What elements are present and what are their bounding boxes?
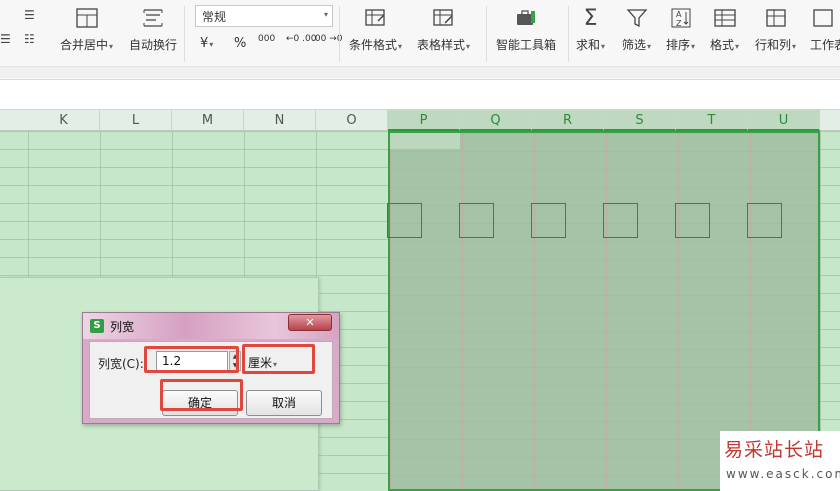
filter-icon bbox=[624, 6, 650, 30]
ribbon-toolbar: ☰ ☰ ☷ 合并居中▾ 自动换行 常规 ▾ ¥▾ % 000 ←0 .00 .0… bbox=[0, 0, 840, 80]
column-boundary-highlight bbox=[603, 203, 638, 238]
thousands-icon[interactable]: 000 bbox=[258, 34, 275, 44]
smart-toolbox-label: 智能工具箱 bbox=[496, 38, 557, 52]
column-boundary-highlight bbox=[459, 203, 494, 238]
svg-text:A: A bbox=[676, 10, 682, 19]
column-header-Q[interactable]: Q bbox=[460, 110, 532, 131]
conditional-format-icon bbox=[363, 6, 389, 30]
svg-text:Z: Z bbox=[676, 19, 682, 28]
worksheet-label: 工作表 bbox=[810, 38, 840, 52]
currency-icon[interactable]: ¥▾ bbox=[200, 36, 213, 51]
column-boundary-highlight bbox=[675, 203, 710, 238]
column-boundary-highlight bbox=[747, 203, 782, 238]
ribbon-footer bbox=[0, 66, 840, 78]
indent-increase-icon[interactable]: ☰ bbox=[24, 8, 35, 22]
smart-toolbox-button[interactable]: 智能工具箱 bbox=[496, 0, 556, 53]
wrap-text-button[interactable]: 自动换行 bbox=[129, 0, 177, 53]
format-icon bbox=[712, 6, 738, 30]
column-header: K L M N O P Q R S T U bbox=[0, 110, 840, 131]
ok-button-highlight bbox=[160, 379, 243, 411]
row-column-icon bbox=[763, 6, 789, 30]
merge-center-button[interactable]: 合并居中▾ bbox=[60, 0, 113, 53]
formula-bar[interactable] bbox=[0, 80, 840, 110]
column-header-N[interactable]: N bbox=[244, 110, 316, 131]
column-boundary-highlight bbox=[387, 203, 422, 238]
watermark: 易采站长站 www.easck.com bbox=[720, 431, 840, 491]
dialog-title-bar[interactable]: S 列宽 ✕ bbox=[83, 313, 339, 339]
row-column-label: 行和列 bbox=[755, 38, 792, 52]
column-width-dialog: S 列宽 ✕ 列宽(C): 1.2 ▲ ▼ 厘米▾ 确定 取消 bbox=[82, 312, 340, 424]
table-style-label: 表格样式 bbox=[417, 38, 466, 52]
format-label: 格式 bbox=[710, 38, 735, 52]
column-header-L[interactable]: L bbox=[100, 110, 172, 131]
spreadsheet-window: { "ribbon": { "number_format": "常规", "bu… bbox=[0, 0, 840, 491]
wrap-text-label: 自动换行 bbox=[129, 38, 178, 52]
wps-logo-icon: S bbox=[90, 319, 104, 333]
sum-label: 求和 bbox=[576, 38, 601, 52]
active-cell[interactable] bbox=[390, 133, 460, 149]
decrease-decimal-icon[interactable]: .00 →0 bbox=[312, 34, 342, 44]
table-style-icon bbox=[431, 6, 457, 30]
column-header-T[interactable]: T bbox=[676, 110, 748, 131]
column-header-M[interactable]: M bbox=[172, 110, 244, 131]
list-icon[interactable]: ☰ bbox=[0, 32, 11, 46]
filter-label: 筛选 bbox=[622, 38, 647, 52]
unit-highlight bbox=[242, 344, 315, 374]
watermark-url: www.easck.com bbox=[726, 467, 840, 481]
column-header-R[interactable]: R bbox=[532, 110, 604, 131]
chevron-down-icon: ▾ bbox=[323, 10, 328, 19]
column-header-O[interactable]: O bbox=[316, 110, 388, 131]
conditional-format-button[interactable]: 条件格式▾ bbox=[349, 0, 402, 53]
toolbox-icon bbox=[513, 6, 539, 30]
watermark-title: 易采站长站 bbox=[724, 439, 825, 461]
merge-icon bbox=[74, 6, 100, 30]
merge-center-label: 合并居中 bbox=[60, 38, 109, 52]
input-highlight bbox=[144, 346, 239, 373]
format-button[interactable]: 格式▾ bbox=[710, 0, 739, 53]
column-boundary-highlight bbox=[531, 203, 566, 238]
sort-label: 排序 bbox=[666, 38, 691, 52]
row-column-button[interactable]: 行和列▾ bbox=[755, 0, 796, 53]
cancel-button[interactable]: 取消 bbox=[246, 390, 322, 416]
wrap-text-icon bbox=[140, 6, 166, 30]
column-header-K[interactable]: K bbox=[28, 110, 100, 131]
sum-button[interactable]: Σ 求和▾ bbox=[576, 0, 605, 53]
sort-button[interactable]: AZ 排序▾ bbox=[666, 0, 695, 53]
number-format-value: 常规 bbox=[202, 10, 227, 24]
sigma-icon: Σ bbox=[583, 5, 598, 31]
number-format-select[interactable]: 常规 ▾ bbox=[195, 5, 333, 27]
column-header-U[interactable]: U bbox=[748, 110, 820, 131]
worksheet-button[interactable]: 工作表 bbox=[810, 0, 840, 53]
filter-button[interactable]: 筛选▾ bbox=[622, 0, 651, 53]
close-button[interactable]: ✕ bbox=[288, 314, 332, 331]
percent-icon[interactable]: % bbox=[234, 36, 246, 51]
worksheet-icon bbox=[810, 6, 836, 30]
table-style-button[interactable]: 表格样式▾ bbox=[417, 0, 470, 53]
sort-icon: AZ bbox=[668, 6, 694, 30]
dialog-title: 列宽 bbox=[110, 320, 135, 334]
column-header-P[interactable]: P bbox=[388, 110, 460, 131]
column-header-S[interactable]: S bbox=[604, 110, 676, 131]
column-width-label: 列宽(C): bbox=[98, 357, 144, 371]
distributed-align-icon[interactable]: ☷ bbox=[24, 32, 35, 46]
conditional-format-label: 条件格式 bbox=[349, 38, 398, 52]
